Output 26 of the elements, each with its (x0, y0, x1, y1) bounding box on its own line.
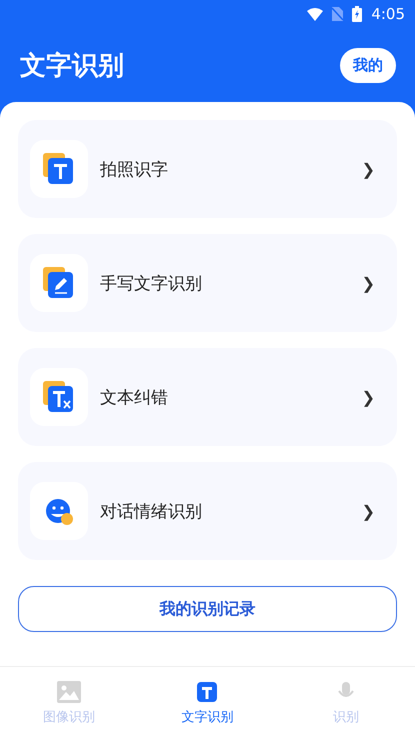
chevron-icon: ❯ (362, 274, 375, 292)
chevron-icon: ❯ (362, 388, 375, 406)
feature-card[interactable]: 手写文字识别 ❯ (18, 234, 397, 332)
feature-icon (30, 368, 88, 426)
feature-label: 拍照识字 (100, 158, 169, 180)
feature-icon (30, 254, 88, 312)
battery-icon (352, 6, 362, 22)
no-sim-icon (332, 7, 344, 21)
feature-label: 对话情绪识别 (100, 500, 203, 522)
chevron-icon: ❯ (362, 502, 375, 520)
wifi-icon (307, 8, 324, 20)
records-button[interactable]: 我的识别记录 (18, 586, 397, 632)
status-time: 4:05 (371, 5, 405, 23)
feature-label: 文本纠错 (100, 386, 169, 408)
nav-tab[interactable]: 文字识别 (138, 667, 277, 739)
feature-card[interactable]: 对话情绪识别 ❯ (18, 462, 397, 560)
profile-button[interactable]: 我的 (340, 48, 396, 82)
image-icon (57, 680, 82, 702)
feature-card[interactable]: 文本纠错 ❯ (18, 348, 397, 446)
feature-icon (30, 140, 88, 198)
feature-card[interactable]: 拍照识字 ❯ (18, 120, 397, 218)
feature-icon (30, 482, 88, 540)
page-title: 文字识别 (20, 50, 124, 82)
text-icon (195, 680, 220, 702)
feature-label: 手写文字识别 (100, 272, 203, 294)
chevron-icon: ❯ (362, 160, 375, 178)
